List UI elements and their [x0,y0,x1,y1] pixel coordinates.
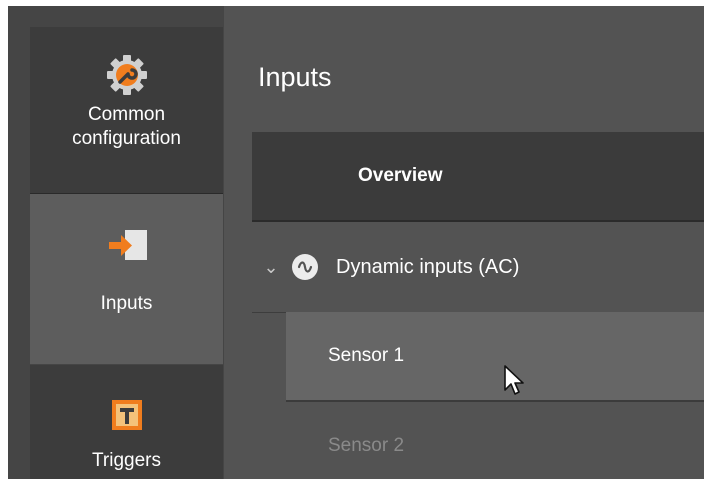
ac-wave-icon [292,254,318,280]
list-item-sensor-2[interactable]: Sensor 2 [286,402,704,479]
input-arrow-icon [105,224,149,268]
sensor-label: Sensor 2 [328,435,405,456]
sidebar-item-common-configuration[interactable]: Common configuration [30,27,223,194]
sidebar-item-label: Common configuration [72,104,181,149]
sidebar: Common configuration Inputs Triggers [8,6,224,479]
page-title: Inputs [258,62,332,92]
sidebar-item-label: Triggers [92,450,161,471]
trigger-t-icon [110,393,144,437]
sidebar-item-inputs[interactable]: Inputs [30,194,223,364]
group-label: Dynamic inputs (AC) [336,255,520,278]
group-dynamic-inputs[interactable]: ⌄ Dynamic inputs (AC) [252,222,704,313]
sidebar-item-triggers[interactable]: Triggers [30,365,223,479]
list-item-sensor-1[interactable]: Sensor 1 [286,312,704,402]
app-window: Common configuration Inputs Triggers Inp… [8,6,704,479]
overview-row[interactable]: Overview [252,132,704,222]
mouse-cursor-icon [504,365,524,395]
chevron-down-icon[interactable]: ⌄ [260,257,282,278]
sidebar-item-label: Inputs [100,293,153,314]
gear-wrench-icon [105,53,149,97]
sensor-label: Sensor 1 [328,345,405,366]
overview-label: Overview [358,165,443,186]
